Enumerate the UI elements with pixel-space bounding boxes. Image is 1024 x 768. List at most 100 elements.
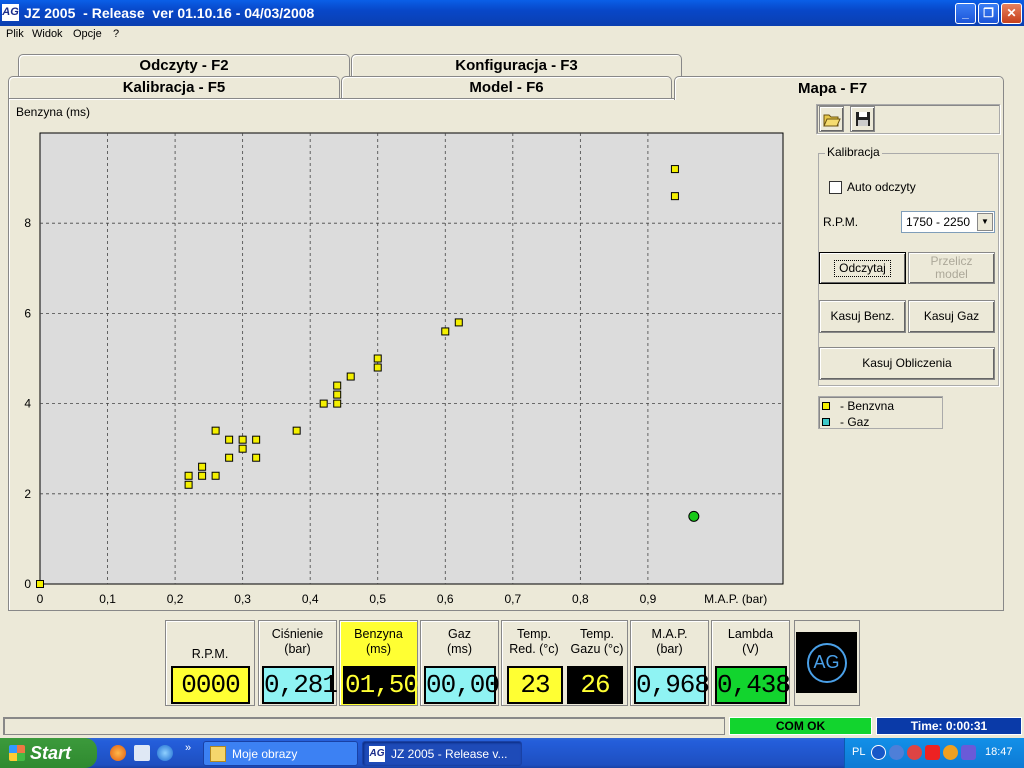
- data-point-petrol: [333, 390, 342, 399]
- tab-odczyty[interactable]: Odczyty - F2: [18, 54, 350, 76]
- read-button-label: Odczytaj: [834, 259, 891, 277]
- x-tick-label: 0,5: [369, 592, 386, 606]
- x-tick-label: 0,7: [504, 592, 521, 606]
- menu-help[interactable]: ?: [113, 28, 119, 40]
- tab-mapa-label: Mapa - F7: [798, 80, 868, 97]
- internet-explorer-icon[interactable]: [157, 745, 173, 761]
- x-tick-label: 0: [37, 592, 44, 606]
- menu-plik[interactable]: Plik: [6, 28, 24, 40]
- tray-update-icon[interactable]: [943, 745, 958, 760]
- gauge-map-label: M.A.P. (bar): [651, 627, 688, 656]
- data-point-petrol: [670, 192, 679, 201]
- x-tick-label: 0,4: [302, 592, 319, 606]
- x-axis-label: M.A.P. (bar): [704, 592, 767, 606]
- firefox-icon[interactable]: [110, 745, 126, 761]
- data-point-petrol: [333, 399, 342, 408]
- gauge-gas: Gaz (ms) 00,00: [420, 620, 500, 706]
- legend-petrol-swatch: [822, 402, 830, 410]
- data-point-petrol: [670, 165, 679, 174]
- ag-logo-text: AG: [806, 642, 847, 683]
- calibration-group-label: Kalibracja: [825, 145, 882, 159]
- gauge-pressure-value: 0,281: [262, 666, 338, 704]
- quicklaunch-chevron[interactable]: »: [185, 742, 191, 754]
- tray-network-icon[interactable]: [889, 745, 904, 760]
- gauge-temp-gas-value: 26: [567, 666, 623, 704]
- data-point-petrol: [454, 318, 463, 327]
- tab-model[interactable]: Model - F6: [341, 76, 672, 98]
- data-point-petrol: [292, 426, 301, 435]
- chevron-down-icon[interactable]: ▼: [977, 213, 993, 231]
- clear-calculations-button[interactable]: Kasuj Obliczenia: [819, 347, 995, 380]
- menu-opcje[interactable]: Opcje: [73, 28, 102, 40]
- gauge-gas-label: Gaz (ms): [447, 627, 472, 656]
- tray-app-icon[interactable]: [961, 745, 976, 760]
- data-point-petrol: [252, 453, 261, 462]
- start-label: Start: [30, 743, 72, 763]
- legend-petrol-label: - Benzvna: [840, 399, 895, 413]
- window-title: JZ 2005 - Release ver 01.10.16 - 04/03/2…: [24, 5, 315, 21]
- recalc-model-button[interactable]: Przelicz model: [908, 252, 995, 284]
- gauge-lambda-label: Lambda (V): [727, 627, 774, 656]
- tab-kalibracja[interactable]: Kalibracja - F5: [8, 76, 340, 98]
- gauge-lambda: Lambda (V) 0,438: [711, 620, 791, 706]
- close-button[interactable]: ✕: [1001, 3, 1022, 24]
- data-point-petrol: [333, 381, 342, 390]
- menu-bar: Plik Widok Opcje ?: [0, 26, 1024, 44]
- maximize-button[interactable]: ❐: [978, 3, 999, 24]
- tray-security-icon[interactable]: [907, 745, 922, 760]
- language-indicator[interactable]: PL: [852, 746, 865, 758]
- gauge-gas-value: 00,00: [424, 666, 500, 704]
- elapsed-time: Time: 0:00:31: [876, 717, 1022, 735]
- auto-readings-label: Auto odczyty: [847, 180, 916, 194]
- title-bar: AG JZ 2005 - Release ver 01.10.16 - 04/0…: [0, 0, 1024, 26]
- gauge-rpm: R.P.M. 0000: [165, 620, 255, 706]
- app-icon: AG: [2, 4, 19, 21]
- tray-antivirus-icon[interactable]: [925, 745, 940, 760]
- y-tick-label: 4: [24, 397, 31, 411]
- read-button[interactable]: Odczytaj: [819, 252, 906, 284]
- start-button[interactable]: Start: [0, 738, 97, 768]
- data-point-petrol: [252, 435, 261, 444]
- open-button[interactable]: [819, 106, 844, 132]
- floppy-save-icon: [856, 112, 870, 126]
- data-point-petrol: [238, 444, 247, 453]
- legend-gas-label: - Gaz: [840, 415, 870, 429]
- data-point-petrol: [184, 480, 193, 489]
- app-icon: AG: [369, 746, 385, 762]
- clear-gas-button[interactable]: Kasuj Gaz: [908, 300, 995, 333]
- gauge-temp-reducer-value: 23: [507, 666, 563, 704]
- gauge-map: M.A.P. (bar) 0,968: [630, 620, 710, 706]
- gauge-pressure: Ciśnienie (bar) 0,281: [258, 620, 338, 706]
- status-message: [3, 717, 725, 735]
- y-tick-label: 8: [24, 216, 31, 230]
- task-jz2005[interactable]: AG JZ 2005 - Release v...: [362, 741, 522, 766]
- task-moje-obrazy-label: Moje obrazy: [232, 747, 298, 761]
- rpm-select-value: 1750 - 2250: [906, 215, 971, 229]
- data-point-petrol: [198, 471, 207, 480]
- tray-back-icon[interactable]: [871, 745, 886, 760]
- x-tick-label: 0,6: [437, 592, 454, 606]
- data-point-petrol: [373, 354, 382, 363]
- data-point-petrol: [211, 426, 220, 435]
- status-bar: COM OK Time: 0:00:31: [0, 716, 1024, 736]
- taskbar: Start » Moje obrazy AG JZ 2005 - Release…: [0, 738, 1024, 768]
- minimize-button[interactable]: _: [955, 3, 976, 24]
- quicklaunch-app-icon[interactable]: [134, 745, 150, 761]
- data-point-petrol: [441, 327, 450, 336]
- save-button[interactable]: [850, 106, 875, 132]
- menu-widok[interactable]: Widok: [32, 28, 63, 40]
- rpm-select[interactable]: 1750 - 2250 ▼: [901, 211, 995, 233]
- task-moje-obrazy[interactable]: Moje obrazy: [203, 741, 358, 766]
- data-point-petrol: [319, 399, 328, 408]
- auto-readings-checkbox[interactable]: [829, 181, 842, 194]
- clear-petrol-button[interactable]: Kasuj Benz.: [819, 300, 906, 333]
- data-point-petrol: [238, 435, 247, 444]
- tab-mapa[interactable]: Mapa - F7: [674, 76, 1004, 100]
- gauge-temperatures: Temp. Red. (°c) Temp. Gazu (°c) 23 26: [501, 620, 628, 706]
- tab-konfiguracja[interactable]: Konfiguracja - F3: [351, 54, 682, 76]
- system-tray: PL 18:47: [844, 738, 1024, 768]
- gauge-rpm-label: R.P.M.: [191, 647, 229, 661]
- folder-icon: [210, 746, 226, 762]
- data-point-petrol: [225, 435, 234, 444]
- windows-flag-icon: [9, 745, 25, 761]
